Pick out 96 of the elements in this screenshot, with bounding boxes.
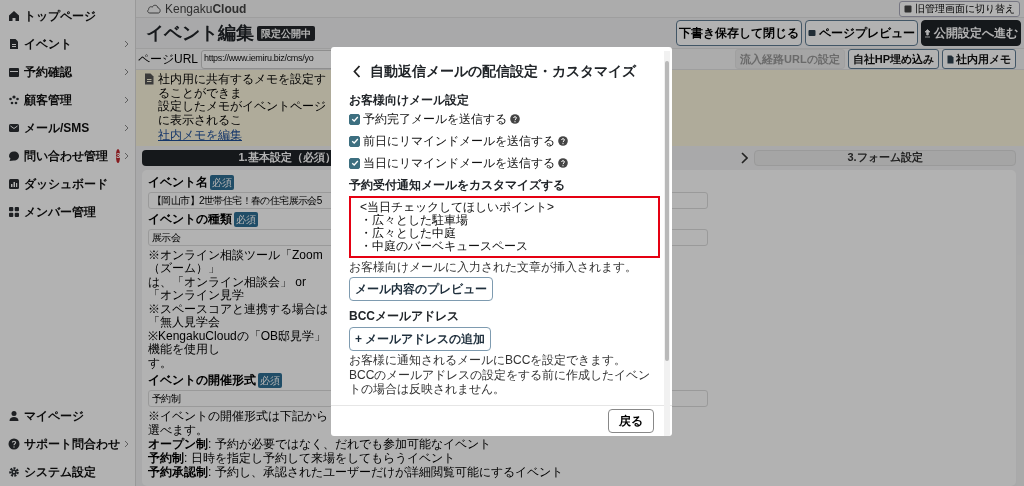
add-address-button[interactable]: + メールアドレスの追加 xyxy=(349,327,492,351)
sidebar-label: メンバー管理 xyxy=(24,204,96,221)
sidebar-item[interactable]: トップページ xyxy=(0,2,135,30)
sidebar-item[interactable]: メンバー管理 xyxy=(0,198,135,226)
person-icon xyxy=(8,410,20,422)
sidebar-label: サポート問合わせ xyxy=(24,436,120,453)
action-button[interactable]: ページプレビュー xyxy=(805,20,918,46)
sidebar-label: システム設定 xyxy=(24,464,96,481)
logo-text: KengakuCloud xyxy=(165,0,247,18)
section-heading: 予約受付通知メールをカスタマイズする xyxy=(349,177,566,193)
note-text: ※KengakuCloudの「OB邸見学」機能を使用し xyxy=(148,329,328,357)
help-icon xyxy=(510,114,520,124)
message-line: ・広々とした中庭 xyxy=(360,227,456,240)
message-line: ・中庭のバーベキュースペース xyxy=(360,240,529,253)
sidebar-item[interactable]: 顧客管理 xyxy=(0,86,135,114)
sidebar-label: マイページ xyxy=(24,408,84,425)
field-label: イベントの開催形式 xyxy=(148,373,256,388)
checkbox-label: 予約完了メールを送信する xyxy=(363,111,507,127)
note-text: ※イベントの開催形式は下記から選べます。 xyxy=(148,410,329,437)
document-icon xyxy=(144,73,154,85)
field-label: イベントの種類 xyxy=(148,211,232,227)
document-icon xyxy=(947,54,954,64)
preview-icon xyxy=(808,29,816,37)
sidebar-label: イベント xyxy=(24,36,72,53)
envelope-icon xyxy=(8,122,20,134)
memo-text: 社内用に共有するメモを設定することができま xyxy=(158,73,327,100)
section-heading: お客様向けメール設定 xyxy=(349,92,470,108)
note-text: す。 xyxy=(148,356,173,370)
checkbox-label: 前日にリマインドメールを送信する xyxy=(363,133,555,149)
help-text: お客様向けメールに入力された文章が挿入されます。 xyxy=(349,260,638,274)
checkbox[interactable] xyxy=(349,113,360,125)
switch-button[interactable]: 旧管理画面に切り替え xyxy=(899,0,1020,17)
sidebar-item[interactable]: 予約確認 xyxy=(0,58,135,86)
help-icon xyxy=(558,158,568,168)
sidebar-item[interactable]: メール/SMS xyxy=(0,114,135,142)
toolbar-button[interactable]: 自社HP埋め込み xyxy=(847,48,939,70)
upload-icon xyxy=(924,28,931,38)
sidebar-item[interactable]: イベント xyxy=(0,30,135,58)
dialog-title: 自動返信メールの配信設定・カスタマイズ xyxy=(370,62,636,81)
toolbar-button[interactable]: 社内用メモ xyxy=(942,48,1016,70)
sidebar-label: 顧客管理 xyxy=(24,92,72,109)
sidebar-item[interactable]: マイページ xyxy=(0,402,135,430)
checkbox[interactable] xyxy=(349,135,360,147)
action-button[interactable]: 下書き保存して閉じる xyxy=(676,20,802,46)
action-button[interactable]: 公開設定へ進む xyxy=(921,20,1021,46)
sidebar-item[interactable]: サポート問合わせ xyxy=(0,430,135,458)
help-icon xyxy=(8,438,20,450)
note-text: ※オンライン相談ツール「Zoom（ズーム）」 xyxy=(148,248,324,276)
checkbox[interactable] xyxy=(349,157,360,169)
step-tab[interactable]: 3.フォーム設定 xyxy=(754,149,1016,166)
sidebar-item[interactable]: 問い合わせ管理 3 xyxy=(0,142,135,170)
sidebar-label: ダッシュボード xyxy=(24,176,108,193)
sidebar-item[interactable]: ダッシュボード xyxy=(0,170,135,198)
memo-text: 設定したメモがイベントページに表示されるこ xyxy=(158,100,327,127)
required-tag: 必須 xyxy=(258,373,282,388)
chevron-icon xyxy=(741,151,748,164)
home-icon xyxy=(8,10,20,22)
cloud-icon xyxy=(146,3,162,14)
status-label: 限定公開中 xyxy=(257,25,315,41)
help-icon xyxy=(558,136,568,146)
help-text: BCCのメールアドレスの設定をする前に作成したイベントの場合は反映されません。 xyxy=(349,368,652,396)
message-line: ・広々とした駐車場 xyxy=(360,214,468,227)
settings-icon xyxy=(8,466,20,478)
back-icon[interactable] xyxy=(353,65,361,78)
message-field[interactable]: <当日チェックしてほしいポイント> ・広々とした駐車場 ・広々とした中庭 ・中庭のバーベキュースペース xyxy=(349,196,660,258)
sidebar-label: 問い合わせ管理 xyxy=(24,148,108,165)
help-text: お客様に通知されるメールにBCCを設定できます。 xyxy=(349,353,628,367)
scrollbar[interactable] xyxy=(664,51,670,436)
option-description: 予約制: 日時を指定し予約して来場をしてもらうイベント xyxy=(148,451,455,465)
sidebar-label: 予約確認 xyxy=(24,64,72,81)
back-button[interactable]: 戻る xyxy=(608,409,654,433)
sidebar-label: メール/SMS xyxy=(24,120,90,137)
url-label: ページURL xyxy=(138,51,198,68)
section-heading: BCCメールアドレス xyxy=(349,308,460,324)
scrollbar-thumb[interactable] xyxy=(665,61,669,361)
required-tag: 必須 xyxy=(210,174,234,190)
preview-button[interactable]: メール内容のプレビュー xyxy=(349,277,493,301)
page-title: イベント編集 xyxy=(146,21,254,45)
option-description: オープン制: 予約が必要ではなく、だれでも参加可能なイベント xyxy=(148,437,491,451)
count-badge: 3 xyxy=(116,149,121,163)
people-icon xyxy=(8,94,20,106)
calendar-icon xyxy=(8,66,20,78)
sidebar-label: トップページ xyxy=(24,8,96,25)
document-icon xyxy=(8,38,20,50)
grid-icon xyxy=(8,206,20,218)
note-text: は、「オンライン相談会」 or 「オンライン見学 xyxy=(148,275,307,303)
window-icon xyxy=(904,4,912,13)
field-label: イベント名 xyxy=(148,174,208,190)
sidebar-item[interactable]: システム設定 xyxy=(0,458,135,486)
note-text: ※スペースコアと連携する場合は「無人見学会 xyxy=(148,302,329,330)
chart-icon xyxy=(8,178,20,190)
chat-bubble-icon xyxy=(8,150,20,162)
edit-memo-link[interactable]: 社内メモを編集 xyxy=(158,129,242,143)
message-line: <当日チェックしてほしいポイント> xyxy=(360,201,555,214)
option-description: 予約承認制: 予約し、承認されたユーザーだけが詳細閲覧可能にするイベント xyxy=(148,465,563,479)
required-tag: 必須 xyxy=(234,211,258,227)
